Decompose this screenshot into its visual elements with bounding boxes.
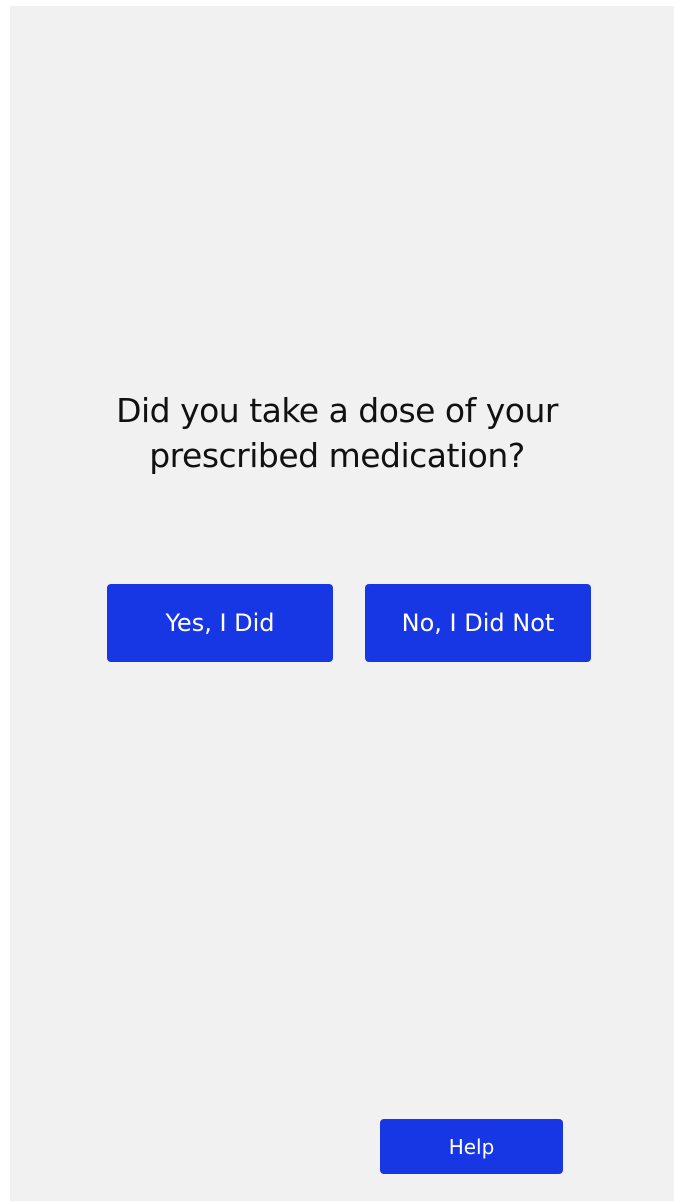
medication-question: Did you take a dose of your prescribed m… bbox=[0, 388, 674, 478]
question-line-1: Did you take a dose of your bbox=[116, 391, 558, 430]
question-line-2: prescribed medication? bbox=[149, 436, 525, 475]
help-button[interactable]: Help bbox=[380, 1119, 563, 1174]
no-button[interactable]: No, I Did Not bbox=[365, 584, 591, 662]
yes-button[interactable]: Yes, I Did bbox=[107, 584, 333, 662]
